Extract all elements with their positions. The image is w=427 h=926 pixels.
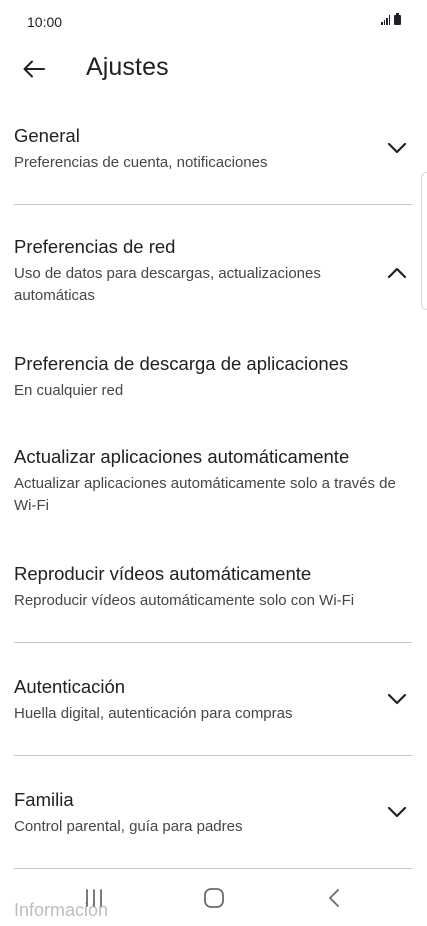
setting-download-title: Preferencia de descarga de aplicaciones: [14, 353, 349, 374]
home-button[interactable]: [194, 884, 234, 912]
battery-icon: [394, 13, 401, 25]
back-button[interactable]: [16, 54, 52, 84]
status-time: 10:00: [27, 14, 63, 30]
auth-expand-button[interactable]: [385, 687, 409, 711]
setting-autoplay-videos[interactable]: Reproducir vídeos automáticamente Reprod…: [0, 562, 427, 612]
setting-family[interactable]: Familia Control parental, guía para padr…: [0, 788, 427, 838]
setting-download-preference[interactable]: Preferencia de descarga de aplicaciones …: [0, 352, 414, 402]
status-icons: [381, 13, 401, 25]
network-collapse-button[interactable]: [385, 261, 409, 285]
signal-icon: [381, 15, 390, 25]
setting-network-preferences[interactable]: Preferencias de red Uso de datos para de…: [0, 235, 427, 307]
setting-autoplay-subtitle: Reproducir vídeos automáticamente solo c…: [14, 592, 355, 609]
divider: [14, 868, 412, 869]
setting-auth-title: Autenticación: [14, 676, 126, 697]
family-expand-button[interactable]: [385, 800, 409, 824]
setting-general-title: General: [14, 125, 80, 146]
setting-network-title: Preferencias de red: [14, 236, 176, 257]
setting-auto-update[interactable]: Actualizar aplicaciones automáticamente …: [0, 445, 419, 517]
recents-icon: [86, 889, 102, 907]
setting-download-subtitle: En cualquier red: [14, 382, 124, 399]
divider: [14, 204, 412, 205]
general-expand-button[interactable]: [385, 136, 409, 160]
page-title: Ajustes: [86, 53, 169, 81]
system-nav-bar: [0, 870, 427, 926]
arrow-left-icon: [23, 60, 45, 78]
setting-auto-update-title: Actualizar aplicaciones automáticamente: [14, 446, 350, 467]
nav-back-button[interactable]: [314, 884, 354, 912]
home-icon: [204, 888, 224, 908]
recents-button[interactable]: [74, 884, 114, 912]
divider: [14, 755, 412, 756]
chevron-down-icon: [387, 142, 407, 154]
chevron-up-icon: [387, 267, 407, 279]
setting-family-title: Familia: [14, 789, 74, 810]
setting-autoplay-title: Reproducir vídeos automáticamente: [14, 563, 312, 584]
setting-auto-update-subtitle: Actualizar aplicaciones automáticamente …: [14, 475, 396, 514]
setting-general[interactable]: General Preferencias de cuenta, notifica…: [0, 124, 427, 174]
chevron-down-icon: [387, 806, 407, 818]
status-bar: 10:00: [0, 0, 427, 46]
setting-authentication[interactable]: Autenticación Huella digital, autenticac…: [0, 675, 427, 725]
app-bar: Ajustes: [0, 46, 427, 92]
setting-family-subtitle: Control parental, guía para padres: [14, 818, 243, 835]
setting-auth-subtitle: Huella digital, autenticación para compr…: [14, 705, 293, 722]
divider: [14, 642, 412, 643]
setting-general-subtitle: Preferencias de cuenta, notificaciones: [14, 154, 268, 171]
chevron-down-icon: [387, 693, 407, 705]
setting-network-subtitle: Uso de datos para descargas, actualizaci…: [14, 265, 321, 304]
nav-back-icon: [329, 889, 339, 907]
